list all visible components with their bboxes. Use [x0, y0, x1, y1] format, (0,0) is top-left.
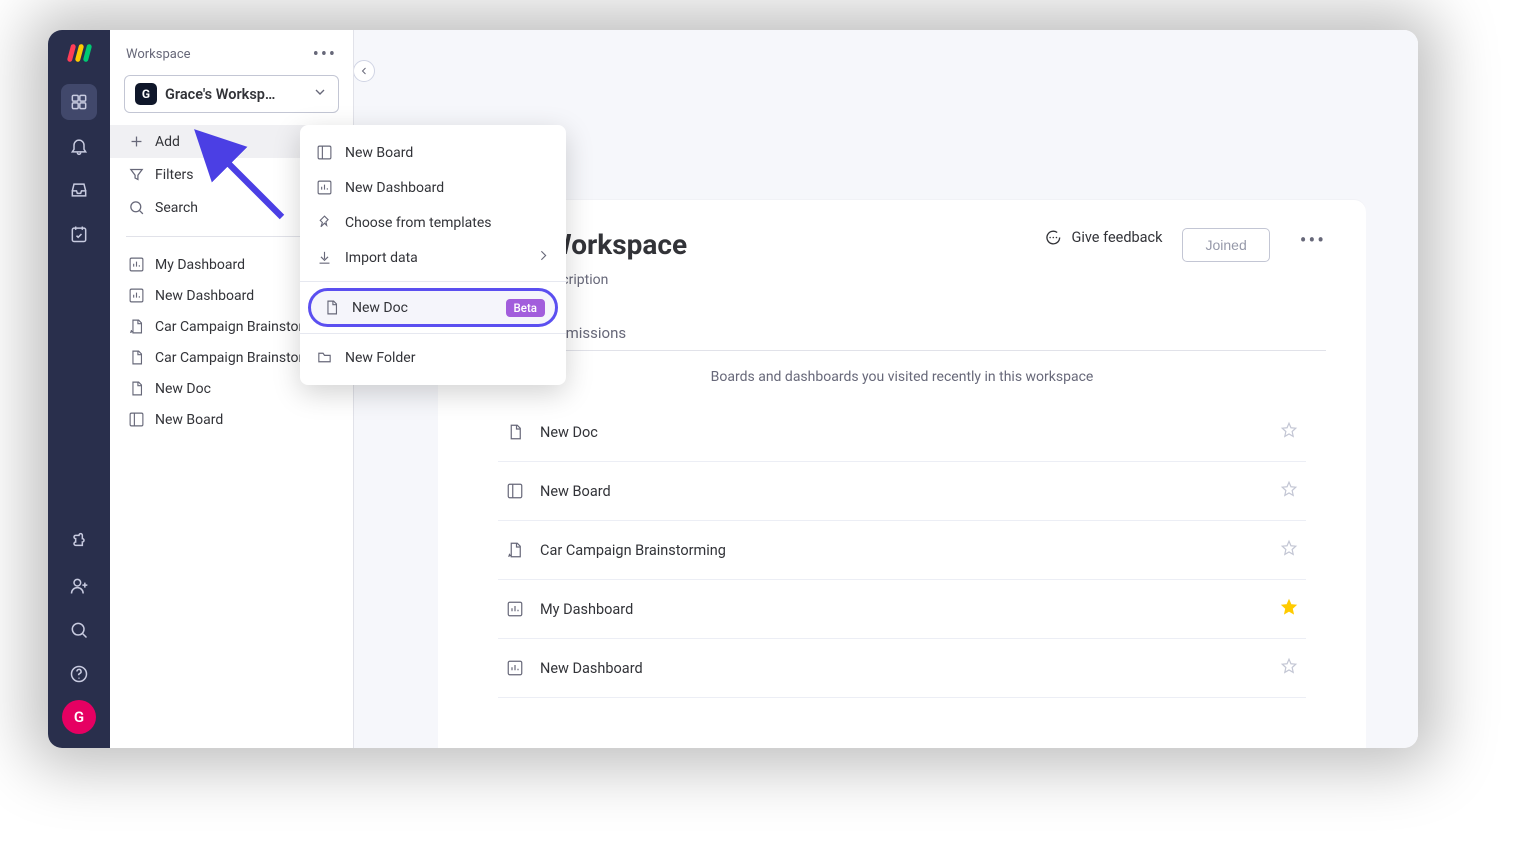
- dashboard-icon: [128, 287, 145, 304]
- dashboard-icon: [506, 600, 524, 618]
- workspace-picker[interactable]: G Grace's Worksp…: [124, 75, 339, 113]
- joined-button[interactable]: Joined: [1182, 228, 1269, 262]
- workspace-name: Grace's Worksp…: [165, 86, 312, 103]
- rail-search-button[interactable]: [61, 612, 97, 648]
- feedback-label: Give feedback: [1071, 229, 1162, 246]
- menu-choose-templates[interactable]: Choose from templates: [300, 205, 566, 240]
- workspace-badge: G: [135, 83, 157, 105]
- search-icon: [128, 199, 145, 216]
- star-button[interactable]: [1280, 598, 1298, 620]
- board-icon: [506, 482, 524, 500]
- workspace-description: orkspace description: [478, 272, 1326, 288]
- dashboard-icon: [506, 659, 524, 677]
- app-frame: G Workspace ••• G Grace's Worksp… Add Fi…: [48, 30, 1418, 748]
- sidebar-item[interactable]: New Board: [110, 404, 353, 435]
- chevron-right-icon: [535, 247, 552, 268]
- recent-item-label: New Doc: [540, 424, 1264, 441]
- chevron-down-icon: [312, 84, 328, 104]
- header-more-button[interactable]: •••: [1300, 228, 1326, 252]
- menu-new-board-label: New Board: [345, 145, 413, 161]
- rail-apps-button[interactable]: [61, 524, 97, 560]
- tabs: bers Permissions: [478, 316, 1326, 351]
- menu-import-data[interactable]: Import data: [300, 240, 566, 275]
- rail-help-button[interactable]: [61, 656, 97, 692]
- star-button[interactable]: [1280, 539, 1298, 561]
- divider: [300, 333, 566, 334]
- templates-icon: [316, 214, 333, 231]
- collapse-sidebar-button[interactable]: [354, 60, 375, 82]
- recent-row[interactable]: Car Campaign Brainstorming: [498, 521, 1306, 580]
- sidebar-item-label: New Dashboard: [155, 288, 254, 304]
- menu-new-doc-label: New Doc: [352, 300, 408, 316]
- sidebar-more-button[interactable]: •••: [313, 44, 337, 65]
- dashboard-icon: [128, 256, 145, 273]
- give-feedback-button[interactable]: Give feedback: [1043, 228, 1162, 247]
- recent-item-label: My Dashboard: [540, 601, 1264, 618]
- doc-icon: [506, 423, 524, 441]
- star-button[interactable]: [1280, 657, 1298, 679]
- board-icon: [316, 144, 333, 161]
- rail-mywork-button[interactable]: [61, 216, 97, 252]
- chat-icon: [1043, 228, 1062, 247]
- menu-new-board[interactable]: New Board: [300, 135, 566, 170]
- workspace-card: ace's Workspace Give feedback Joined •••…: [438, 200, 1366, 748]
- doc-icon: [128, 380, 145, 397]
- menu-templates-label: Choose from templates: [345, 215, 492, 231]
- board-icon: [128, 411, 145, 428]
- doc-icon: [323, 299, 340, 316]
- sidebar-item-label: New Doc: [155, 381, 211, 397]
- menu-new-dashboard[interactable]: New Dashboard: [300, 170, 566, 205]
- sidebar-add-label: Add: [155, 134, 180, 150]
- recent-item-label: New Board: [540, 483, 1264, 500]
- menu-import-label: Import data: [345, 250, 418, 266]
- recent-row[interactable]: New Board: [498, 462, 1306, 521]
- doc-spark-icon: [128, 318, 145, 335]
- rail-workspaces-button[interactable]: [61, 84, 97, 120]
- dashboard-icon: [316, 179, 333, 196]
- add-menu: New Board New Dashboard Choose from temp…: [300, 125, 566, 385]
- recent-row[interactable]: New Doc: [498, 403, 1306, 462]
- menu-new-folder[interactable]: New Folder: [300, 340, 566, 375]
- star-button[interactable]: [1280, 480, 1298, 502]
- sidebar-filters-label: Filters: [155, 167, 194, 183]
- menu-new-folder-label: New Folder: [345, 350, 415, 366]
- recent-hint: Boards and dashboards you visited recent…: [478, 369, 1326, 385]
- divider: [300, 281, 566, 282]
- logo-icon: [69, 44, 90, 62]
- menu-new-dashboard-label: New Dashboard: [345, 180, 444, 196]
- avatar[interactable]: G: [62, 700, 96, 734]
- recent-item-label: New Dashboard: [540, 660, 1264, 677]
- recent-row[interactable]: New Dashboard: [498, 639, 1306, 698]
- star-button[interactable]: [1280, 421, 1298, 443]
- sidebar-label: Workspace: [126, 47, 191, 62]
- folder-icon: [316, 349, 333, 366]
- recent-row[interactable]: My Dashboard: [498, 580, 1306, 639]
- rail-notifications-button[interactable]: [61, 128, 97, 164]
- menu-new-doc[interactable]: New Doc Beta: [308, 288, 558, 327]
- filter-icon: [128, 166, 145, 183]
- import-icon: [316, 249, 333, 266]
- plus-icon: [128, 133, 145, 150]
- doc-spark-icon: [506, 541, 524, 559]
- sidebar-item-label: New Board: [155, 412, 223, 428]
- sidebar-search-label: Search: [155, 200, 198, 216]
- recent-list: New Doc New Board Car Campaign Brainstormi…: [478, 403, 1326, 698]
- doc-icon: [128, 349, 145, 366]
- recent-item-label: Car Campaign Brainstorming: [540, 542, 1264, 559]
- nav-rail: G: [48, 30, 110, 748]
- beta-badge: Beta: [506, 299, 545, 317]
- rail-invite-button[interactable]: [61, 568, 97, 604]
- rail-inbox-button[interactable]: [61, 172, 97, 208]
- sidebar-item-label: My Dashboard: [155, 257, 245, 273]
